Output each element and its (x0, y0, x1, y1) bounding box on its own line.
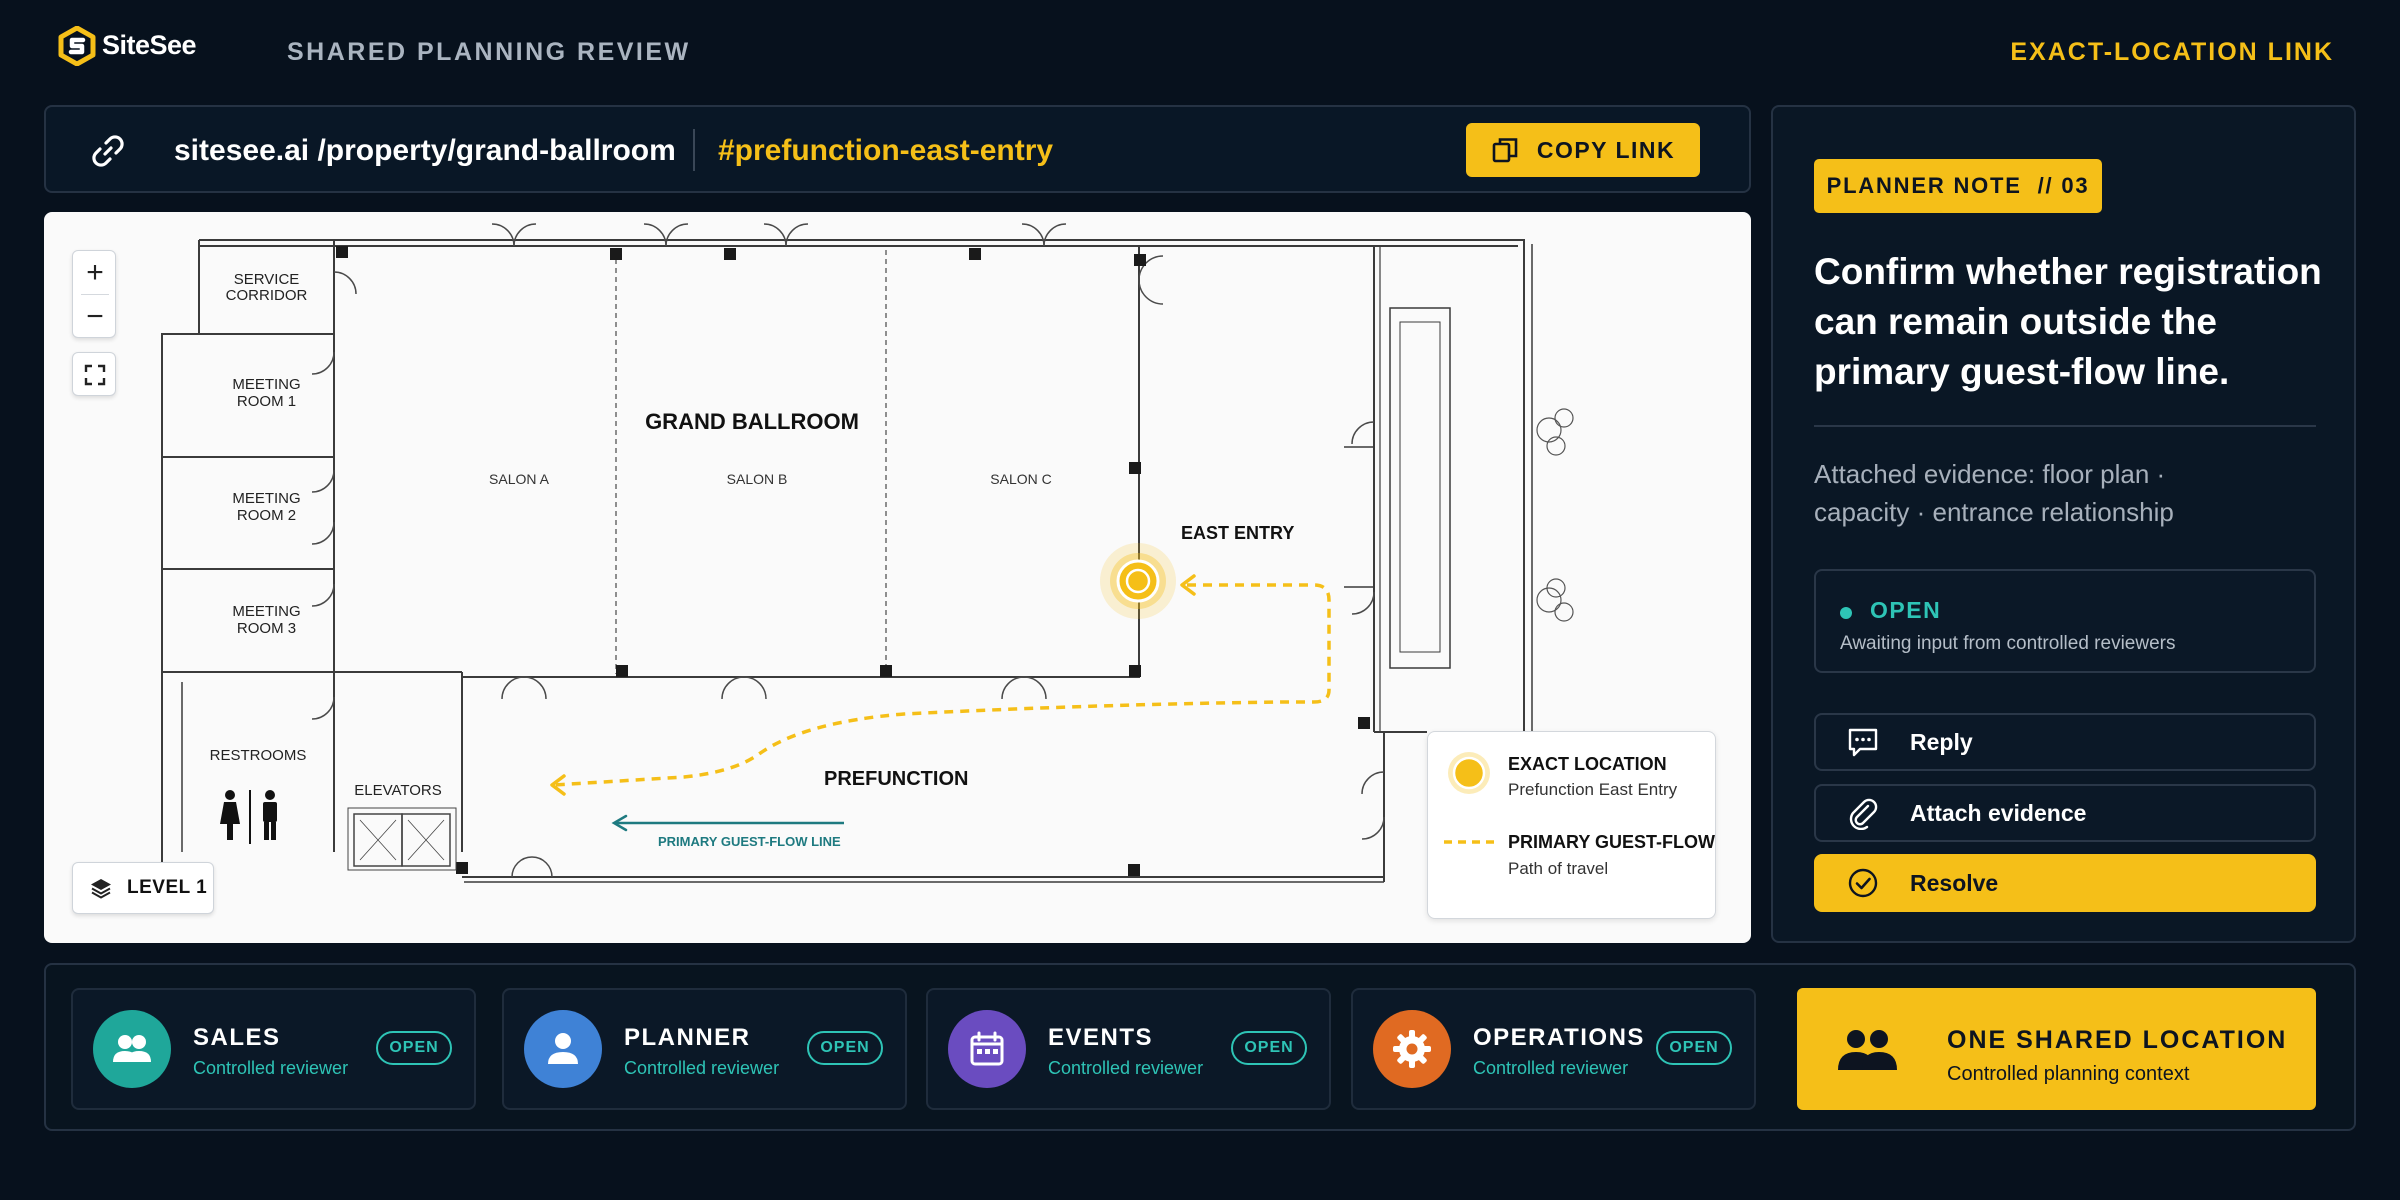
reply-label: Reply (1910, 728, 1973, 755)
legend-exact-title: EXACT LOCATION (1508, 754, 1667, 774)
reviewer-name: EVENTS (1048, 1024, 1154, 1051)
shared-location-card: ONE SHARED LOCATION Controlled planning … (1797, 988, 2316, 1110)
link-icon (92, 135, 124, 167)
reviewer-card-operations[interactable]: OPERATIONS Controlled reviewer OPEN (1351, 988, 1756, 1110)
reviewers-bar: SALES Controlled reviewer OPEN PLANNER C… (44, 963, 2356, 1131)
service-corridor-label: SERVICE CORRIDOR (225, 271, 308, 304)
status-label: OPEN (1870, 597, 1942, 623)
url-divider (693, 129, 695, 171)
fullscreen-icon (84, 364, 106, 386)
url-path[interactable]: sitesee.ai /property/grand-ballroom (174, 134, 676, 168)
primary-flow-label: PRIMARY GUEST-FLOW LINE (658, 834, 841, 849)
zoom-out-button[interactable]: − (73, 295, 117, 339)
meeting-room-2-label: MEETING ROOM 2 (232, 490, 301, 524)
brand-name: SiteSee (102, 30, 197, 60)
status-badge: OPEN (376, 1031, 452, 1065)
status-badge: OPEN (1231, 1031, 1307, 1065)
legend-exact-sub: Prefunction East Entry (1508, 780, 1678, 799)
calendar-icon (970, 1031, 1004, 1066)
guest-flow-line-icon (1444, 840, 1494, 844)
floor-plan-map[interactable]: SERVICE CORRIDOR MEETING ROOM 1 MEETING ROO… (44, 212, 1751, 943)
url-bar: sitesee.ai /property/grand-ballroom #pre… (44, 105, 1751, 193)
reviewer-role: Controlled reviewer (193, 1058, 349, 1078)
reviewer-name: PLANNER (624, 1024, 751, 1051)
salon-b-label: SALON B (726, 471, 788, 487)
planner-note-badge: PLANNER NOTE // 03 (1814, 159, 2102, 213)
divider (1814, 425, 2316, 427)
salon-a-label: SALON A (489, 471, 549, 487)
attach-evidence-button[interactable]: Attach evidence (1814, 784, 2316, 842)
reviewer-card-events[interactable]: EVENTS Controlled reviewer OPEN (926, 988, 1331, 1110)
status-badge: OPEN (807, 1031, 883, 1065)
grand-ballroom-label: GRAND BALLROOM (645, 409, 859, 434)
status-badge: OPEN (1656, 1031, 1732, 1065)
reply-button[interactable]: Reply (1814, 713, 2316, 771)
fullscreen-button[interactable] (72, 352, 116, 396)
planner-note-panel: PLANNER NOTE // 03 Confirm whether regis… (1771, 105, 2356, 943)
resolve-label: Resolve (1910, 869, 1999, 896)
attach-evidence-label: Attach evidence (1910, 799, 2087, 826)
check-circle-icon (1848, 868, 1878, 898)
legend-flow-sub: Path of travel (1508, 859, 1609, 878)
reviewer-name: OPERATIONS (1473, 1024, 1645, 1051)
chat-icon (1848, 728, 1878, 757)
link-mode-label: EXACT-LOCATION LINK (2010, 38, 2334, 66)
resolve-button[interactable]: Resolve (1814, 854, 2316, 912)
meeting-room-1-label: MEETING ROOM 1 (232, 376, 301, 410)
copy-icon (1492, 138, 1518, 163)
prefunction-label: PREFUNCTION (824, 768, 969, 790)
exact-location-icon (1448, 752, 1490, 794)
status-card: OPEN Awaiting input from controlled revi… (1814, 569, 2316, 673)
people-icon (113, 1035, 151, 1062)
zoom-controls: + − (72, 250, 116, 338)
events-avatar (948, 1010, 1026, 1088)
sales-avatar (93, 1010, 171, 1088)
east-entry-label: EAST ENTRY (1181, 523, 1295, 543)
url-anchor[interactable]: #prefunction-east-entry (718, 134, 1053, 168)
legend-flow-title: PRIMARY GUEST-FLOW (1508, 832, 1715, 852)
top-bar: SiteSee SHARED PLANNING REVIEW EXACT-LOC… (0, 0, 2400, 100)
copy-link-label: COPY LINK (1536, 136, 1676, 163)
level-label: LEVEL 1 (127, 877, 208, 898)
elevators-label: ELEVATORS (354, 782, 442, 799)
reviewer-name: SALES (193, 1024, 281, 1051)
layers-icon (91, 879, 111, 899)
attached-evidence-text: Attached evidence: floor plan · capacity… (1814, 459, 2174, 527)
map-legend: EXACT LOCATION Prefunction East Entry PR… (1427, 731, 1716, 919)
reviewer-role: Controlled reviewer (1473, 1058, 1629, 1078)
note-title: Confirm whether registration can remain … (1814, 251, 2322, 392)
shared-location-sub: Controlled planning context (1947, 1063, 2190, 1085)
status-description: Awaiting input from controlled reviewers (1840, 633, 2176, 654)
status-dot (1840, 607, 1852, 619)
copy-link-button[interactable]: COPY LINK (1466, 123, 1700, 177)
gear-icon (1393, 1030, 1431, 1068)
person-icon (548, 1033, 578, 1064)
reviewer-role: Controlled reviewer (624, 1058, 780, 1078)
sitesee-logo (58, 26, 96, 66)
paperclip-icon (1849, 798, 1878, 830)
level-selector[interactable]: LEVEL 1 (72, 862, 214, 914)
zoom-in-button[interactable]: + (73, 251, 117, 295)
reviewer-card-sales[interactable]: SALES Controlled reviewer OPEN (71, 988, 476, 1110)
restrooms-label: RESTROOMS (209, 747, 307, 764)
reviewer-card-planner[interactable]: PLANNER Controlled reviewer OPEN (502, 988, 907, 1110)
shared-location-title: ONE SHARED LOCATION (1947, 1026, 2288, 1054)
planner-avatar (524, 1010, 602, 1088)
operations-avatar (1373, 1010, 1451, 1088)
salon-c-label: SALON C (990, 471, 1052, 487)
page-title: SHARED PLANNING REVIEW (287, 38, 691, 66)
group-icon (1838, 1030, 1897, 1070)
reviewer-role: Controlled reviewer (1048, 1058, 1204, 1078)
meeting-room-3-label: MEETING ROOM 3 (232, 603, 301, 637)
